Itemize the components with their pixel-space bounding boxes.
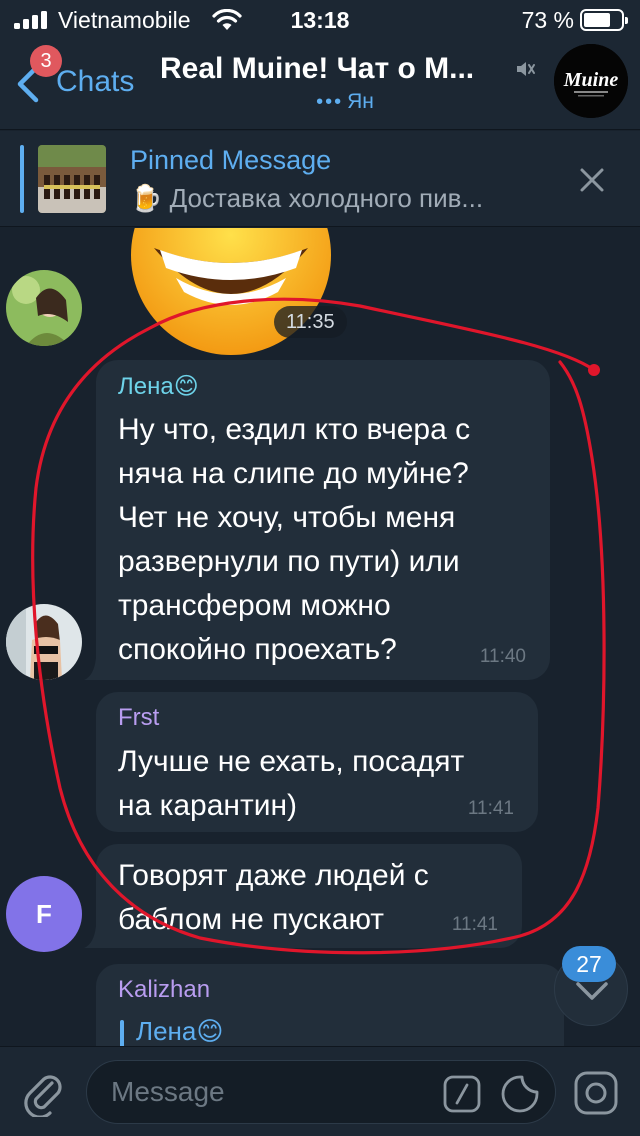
group-avatar[interactable]: Muine [554, 44, 628, 118]
chat-title[interactable]: Real Muine! Чат о М... [160, 52, 506, 86]
pinned-thumbnail [38, 145, 106, 213]
message-line: Говорят даже людей с [118, 859, 429, 892]
message-time: 11:41 [467, 798, 514, 819]
message-line: спокойно проехать? [118, 633, 397, 666]
close-icon[interactable] [577, 165, 607, 195]
unread-messages-badge: 27 [562, 946, 616, 982]
back-button[interactable]: Chats [56, 65, 134, 99]
sender-name[interactable]: Kalizhan [118, 976, 210, 1004]
sticker-time: 11:35 [274, 306, 347, 338]
message-text: Лучше не ехать, посадят на карантин) [118, 740, 464, 828]
avatar[interactable] [6, 270, 82, 346]
message-bubble[interactable]: Frst Лучше не ехать, посадят на карантин… [96, 692, 538, 832]
pinned-message-bar[interactable]: Pinned Message 🍺 Доставка холодного пив.… [0, 131, 640, 227]
message-line: на карантин) [118, 789, 298, 822]
message-input-bar: Message [0, 1046, 640, 1136]
message-bubble[interactable]: Лена😊 Ну что, ездил кто вчера с няча на … [96, 360, 550, 680]
pinned-accent-line [20, 145, 24, 213]
message-time: 11:41 [451, 914, 498, 935]
message-line: Лучше не ехать, посадят [118, 745, 465, 778]
message-placeholder: Message [111, 1076, 225, 1107]
message-line: Ну что, ездил кто вчера с [118, 413, 471, 446]
battery-percent: 73 % [521, 7, 574, 33]
message-line: развернули по пути) или [118, 545, 460, 578]
message-line: няча на слипе до муйне? [118, 457, 469, 490]
pinned-title: Pinned Message [130, 145, 332, 175]
message-time: 11:40 [479, 646, 526, 667]
avatar[interactable] [6, 604, 82, 680]
bot-command-icon[interactable] [443, 1075, 481, 1113]
reply-accent-line [120, 1020, 124, 1046]
battery-icon [580, 9, 628, 31]
muted-icon [517, 62, 535, 76]
message-bubble[interactable]: Говорят даже людей с баблом не пускают 1… [96, 844, 522, 948]
status-bar: Vietnamobile 13:18 73 % [0, 0, 640, 40]
svg-text:Muine: Muine [563, 69, 619, 91]
group-logo: Muine [554, 44, 628, 118]
sender-name[interactable]: Лена😊 [118, 372, 199, 401]
avatar[interactable]: F [6, 876, 82, 952]
typing-user: Ян [347, 90, 374, 113]
message-text: Говорят даже людей с баблом не пускают [118, 854, 429, 942]
unread-badge: 3 [30, 45, 62, 77]
typing-status: ••• Ян [160, 90, 530, 114]
sender-name[interactable]: Frst [118, 704, 159, 732]
chat-header: Chats 3 Real Muine! Чат о М... ••• Ян Mui… [0, 40, 640, 130]
message-line: баблом не пускают [118, 903, 385, 936]
paperclip-icon[interactable] [22, 1069, 66, 1117]
message-line: Чет не хочу, чтобы меня [118, 501, 456, 534]
pinned-text: 🍺 Доставка холодного пив... [130, 183, 484, 213]
message-input[interactable]: Message [86, 1060, 556, 1124]
reply-sender-name[interactable]: Лена😊 [136, 1016, 223, 1046]
battery-level [584, 13, 610, 27]
typing-dots-icon: ••• [316, 91, 344, 113]
message-line: трансфером можно [118, 589, 391, 622]
message-bubble[interactable]: Kalizhan Лена😊 [96, 964, 564, 1046]
message-text: Ну что, ездил кто вчера с няча на слипе … [118, 408, 470, 672]
grinning-emoji-sticker[interactable] [126, 228, 336, 360]
chat-area[interactable]: 11:35 Лена😊 Ну что, ездил кто вчера с ня… [0, 228, 640, 1046]
camera-icon[interactable] [574, 1071, 618, 1115]
sticker-icon[interactable] [501, 1075, 539, 1113]
